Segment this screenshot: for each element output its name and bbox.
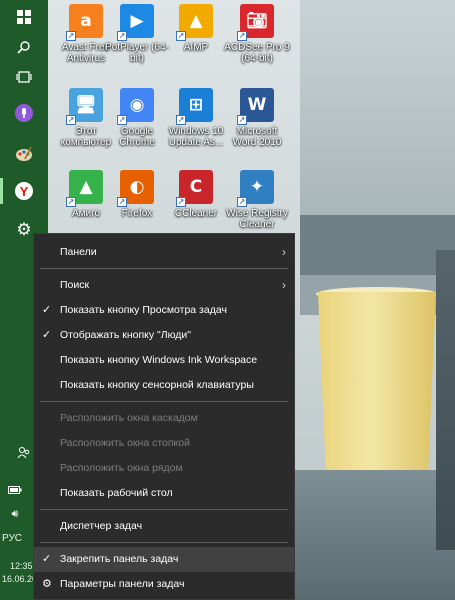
search-icon[interactable] — [0, 30, 48, 64]
desktop-shortcut-label: Wise Registry Cleaner — [226, 208, 288, 230]
menu-item: Расположить окна каскадом — [34, 406, 294, 431]
menu-separator — [40, 401, 288, 402]
wallpaper-bench — [290, 470, 455, 600]
yandex-browser-icon[interactable]: Y — [0, 174, 48, 208]
potplayer-icon: ▶ ↗ — [117, 4, 154, 41]
menu-separator — [40, 509, 288, 510]
shortcut-arrow-icon: ↗ — [176, 197, 186, 207]
shortcut-arrow-icon: ↗ — [237, 197, 247, 207]
shortcut-arrow-icon: ↗ — [117, 197, 127, 207]
desktop-shortcut[interactable]: ◉ ↗ Google Chrome — [104, 88, 170, 148]
desktop-shortcut-label: Windows 10 Update As... — [168, 126, 224, 148]
desktop-shortcut-label: PotPlayer (64-bit) — [105, 42, 169, 64]
menu-item-label: Поиск — [60, 279, 90, 291]
shortcut-arrow-icon: ↗ — [176, 115, 186, 125]
checkmark-icon: ✓ — [42, 553, 52, 565]
wise-registry-icon: ✦ ↗ — [237, 170, 274, 207]
menu-item[interactable]: Панели › — [34, 240, 294, 265]
wallpaper-wall — [300, 0, 455, 215]
computer-icon: 🖥︎ ↗ — [66, 88, 103, 125]
menu-item-label: Расположить окна каскадом — [60, 412, 198, 424]
desktop-shortcut-label: Microsoft Word 2010 — [232, 126, 282, 148]
battery-icon[interactable] — [0, 480, 30, 500]
menu-item[interactable]: ✓ Закрепить панель задач — [34, 547, 294, 572]
menu-item-label: Панели — [60, 246, 97, 258]
shortcut-arrow-icon: ↗ — [117, 31, 127, 41]
menu-item-label: Показать кнопку сенсорной клавиатуры — [60, 379, 254, 391]
menu-item-label: Показать кнопку Просмотра задач — [60, 304, 227, 316]
chevron-right-icon: › — [282, 245, 286, 259]
shortcut-arrow-icon: ↗ — [66, 31, 76, 41]
desktop-shortcut[interactable]: ▲ ↗ AIMP — [163, 4, 229, 53]
menu-item: Расположить окна стопкой — [34, 431, 294, 456]
acdsee-icon: 📷︎ ↗ — [237, 4, 274, 41]
menu-item-label: Расположить окна рядом — [60, 462, 183, 474]
task-view-icon[interactable] — [0, 60, 48, 94]
amigo-icon: ▲ ↗ — [66, 170, 103, 207]
volume-icon[interactable]: 🔊︎ — [0, 504, 30, 524]
menu-item-label: Отображать кнопку "Люди" — [60, 329, 191, 341]
menu-separator — [40, 268, 288, 269]
menu-item[interactable]: Показать кнопку сенсорной клавиатуры — [34, 373, 294, 398]
menu-item[interactable]: Показать кнопку Windows Ink Workspace — [34, 348, 294, 373]
windows-logo-icon[interactable] — [0, 0, 48, 34]
windows-update-icon: ⊞ ↗ — [176, 88, 213, 125]
desktop-shortcut[interactable]: ⊞ ↗ Windows 10 Update As... — [163, 88, 229, 148]
desktop-shortcut[interactable]: C ↗ CCleaner — [163, 170, 229, 219]
menu-item[interactable]: Поиск › — [34, 273, 294, 298]
menu-item-label: Параметры панели задач — [60, 578, 185, 590]
taskbar-context-menu: Панели › Поиск › ✓ Показать кнопку Просмотра … — [33, 233, 295, 600]
desktop-shortcut-label: CCleaner — [174, 208, 218, 219]
clock-time[interactable]: 12:35 — [10, 561, 33, 571]
gear-icon: ⚙ — [42, 578, 52, 590]
desktop-shortcut[interactable]: ✦ ↗ Wise Registry Cleaner — [224, 170, 290, 230]
chrome-icon: ◉ ↗ — [117, 88, 154, 125]
avast-icon: a ↗ — [66, 4, 103, 41]
wallpaper-wall-stripe — [300, 215, 455, 275]
checkmark-icon: ✓ — [42, 329, 52, 341]
shortcut-arrow-icon: ↗ — [117, 115, 127, 125]
checkmark-icon: ✓ — [42, 304, 52, 316]
shortcut-arrow-icon: ↗ — [237, 115, 247, 125]
cortana-icon[interactable] — [0, 96, 48, 130]
menu-item-label: Показать кнопку Windows Ink Workspace — [60, 354, 258, 366]
desktop-shortcut-label: Firefox — [121, 208, 153, 219]
shortcut-arrow-icon: ↗ — [66, 197, 76, 207]
aimp-icon: ▲ ↗ — [176, 4, 213, 41]
desktop-shortcut-label: Google Chrome — [119, 126, 155, 148]
desktop-shortcut-label: AIMP — [183, 42, 209, 53]
ccleaner-icon: C ↗ — [176, 170, 213, 207]
menu-item[interactable]: Показать рабочий стол — [34, 481, 294, 506]
menu-separator — [40, 542, 288, 543]
shortcut-arrow-icon: ↗ — [237, 31, 247, 41]
word-icon: W ↗ — [237, 88, 274, 125]
paint-icon[interactable] — [0, 137, 48, 171]
firefox-icon: ◐ ↗ — [117, 170, 154, 207]
shortcut-arrow-icon: ↗ — [66, 115, 76, 125]
menu-item[interactable]: ✓ Отображать кнопку "Люди" — [34, 323, 294, 348]
menu-item-label: Диспетчер задач — [60, 520, 143, 532]
language-indicator[interactable]: РУС — [2, 533, 22, 544]
shortcut-arrow-icon: ↗ — [176, 31, 186, 41]
menu-item[interactable]: ✓ Показать кнопку Просмотра задач — [34, 298, 294, 323]
desktop-shortcut-label: ACDSee Pro 9 (64-bit) — [224, 42, 290, 64]
chevron-right-icon: › — [282, 278, 286, 292]
menu-item-label: Расположить окна стопкой — [60, 437, 190, 449]
desktop-shortcut[interactable]: ◐ ↗ Firefox — [104, 170, 170, 219]
menu-item: Расположить окна рядом — [34, 456, 294, 481]
menu-item[interactable]: ⚙ Параметры панели задач — [34, 572, 294, 597]
menu-item[interactable]: Диспетчер задач — [34, 514, 294, 539]
menu-item-label: Закрепить панель задач — [60, 553, 179, 565]
desktop-shortcut[interactable]: ▶ ↗ PotPlayer (64-bit) — [104, 4, 170, 64]
desktop-shortcut[interactable]: 📷︎ ↗ ACDSee Pro 9 (64-bit) — [224, 4, 290, 64]
desktop-shortcut[interactable]: W ↗ Microsoft Word 2010 — [224, 88, 290, 148]
svg-text:Y: Y — [20, 184, 29, 199]
wallpaper-edge — [436, 250, 455, 550]
menu-item-label: Показать рабочий стол — [60, 487, 173, 499]
clock-date[interactable]: 16.06.20 — [2, 574, 37, 584]
